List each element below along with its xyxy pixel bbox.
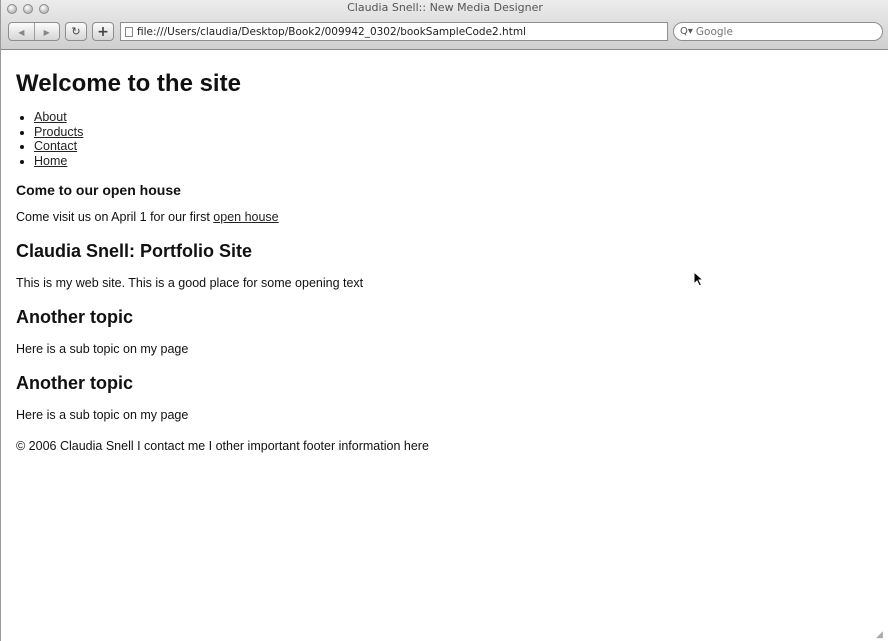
page-title: Welcome to the site [16, 70, 241, 97]
section-text-portfolio: This is my web site. This is a good plac… [16, 276, 364, 290]
reload-button[interactable]: ↻ [65, 22, 87, 41]
section-heading-topic-2: Another topic [16, 373, 133, 393]
search-input[interactable] [695, 25, 866, 38]
open-house-heading: Come to our open house [16, 182, 181, 198]
open-house-body: Come visit us on April 1 for our first [16, 210, 214, 224]
nav-link-home[interactable]: Home [34, 154, 67, 168]
add-bookmark-icon: + [97, 23, 109, 40]
forward-arrow-icon: ▶ [43, 27, 50, 37]
section-text-topic-1: Here is a sub topic on my page [16, 342, 189, 356]
open-house-text: Come visit us on April 1 for our first o… [16, 210, 876, 225]
site-nav: About Products Contact Home [16, 110, 876, 168]
mouse-pointer-icon [693, 271, 705, 287]
resize-grip-icon[interactable]: ◢ [876, 629, 886, 639]
nav-link-contact[interactable]: Contact [34, 139, 77, 153]
browser-window: Claudia Snell:: New Media Designer ◀ ▶ ↻… [0, 0, 888, 641]
back-arrow-icon: ◀ [18, 27, 25, 37]
back-forward-group: ◀ ▶ [8, 22, 60, 41]
page-content: Welcome to the site About Products Conta… [16, 56, 876, 454]
window-title: Claudia Snell:: New Media Designer [347, 1, 543, 14]
address-bar-url: file:///Users/claudia/Desktop/Book2/0099… [137, 25, 526, 38]
nav-link-products[interactable]: Products [34, 125, 83, 139]
nav-item-products: Products [34, 125, 876, 140]
address-bar[interactable]: file:///Users/claudia/Desktop/Book2/0099… [120, 22, 668, 41]
page-icon [125, 26, 133, 37]
open-house-link[interactable]: open house [213, 210, 278, 224]
nav-item-contact: Contact [34, 139, 876, 154]
forward-button[interactable]: ▶ [34, 23, 59, 41]
nav-item-about: About [34, 110, 876, 125]
search-icon[interactable]: Q▾ [680, 26, 693, 37]
section-heading-portfolio: Claudia Snell: Portfolio Site [16, 241, 253, 261]
page-footer: © 2006 Claudia Snell I contact me I othe… [16, 439, 429, 453]
section-text-topic-2: Here is a sub topic on my page [16, 408, 189, 422]
section-heading-topic-1: Another topic [16, 307, 133, 327]
search-field[interactable]: Q▾ [673, 22, 883, 41]
back-button[interactable]: ◀ [9, 23, 34, 41]
browser-toolbar: Claudia Snell:: New Media Designer ◀ ▶ ↻… [1, 0, 888, 50]
nav-link-about[interactable]: About [34, 110, 67, 124]
add-bookmark-button[interactable]: + [92, 22, 114, 41]
reload-icon: ↻ [71, 25, 81, 38]
nav-item-home: Home [34, 154, 876, 169]
